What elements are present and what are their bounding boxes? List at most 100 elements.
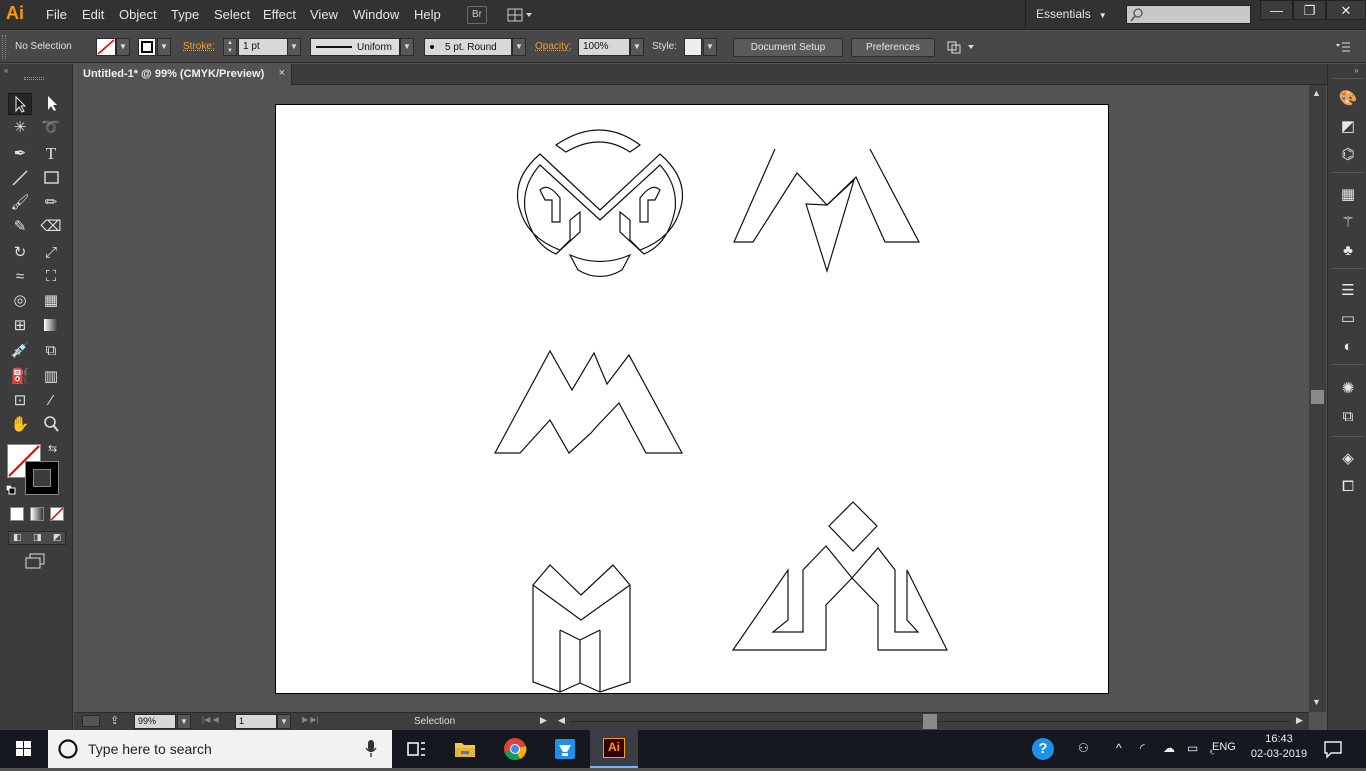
arrange-button[interactable] — [946, 39, 978, 55]
graphic-styles-icon[interactable]: ⧉ — [1337, 406, 1359, 428]
column-graph-tool[interactable]: ▥ — [39, 366, 63, 388]
selection-tool[interactable] — [8, 93, 32, 115]
document-tab[interactable]: Untitled-1* @ 99% (CMYK/Preview) × — [74, 64, 292, 85]
fill-swatch[interactable] — [96, 38, 116, 56]
variable-width-profile[interactable]: Uniform — [310, 38, 400, 56]
menu-file[interactable]: File — [46, 7, 67, 22]
language-indicator[interactable]: ENG — [1212, 741, 1238, 753]
blob-brush-tool[interactable]: ✎ — [8, 216, 32, 238]
default-colors-icon[interactable] — [5, 484, 16, 495]
zoom-tool[interactable] — [39, 414, 63, 436]
layers-icon[interactable]: ◈ — [1337, 448, 1359, 470]
logo-diamond-m[interactable] — [731, 501, 948, 651]
lasso-tool[interactable]: ➰ — [39, 117, 63, 139]
stroke-panel-icon[interactable]: ☰ — [1337, 280, 1359, 302]
rectangle-tool[interactable] — [39, 168, 63, 190]
help-search-input[interactable] — [1126, 5, 1251, 24]
chrome-button[interactable] — [491, 730, 539, 768]
artboard[interactable] — [275, 104, 1109, 694]
eyedropper-tool[interactable]: 💉 — [8, 340, 32, 362]
paintbrush-tool[interactable]: 🖌 — [8, 192, 32, 214]
stroke-swatch[interactable] — [138, 38, 156, 56]
logo-double-peak-m[interactable] — [493, 349, 684, 454]
status-menu-icon[interactable]: ▶ — [540, 715, 547, 726]
menu-object[interactable]: Object — [119, 7, 157, 22]
shape-builder-tool[interactable]: ◎ — [8, 290, 32, 312]
color-panel-icon[interactable]: 🎨 — [1337, 88, 1359, 110]
brush-definition[interactable]: 5 pt. Round — [424, 38, 512, 56]
document-setup-button[interactable]: Document Setup — [733, 38, 843, 57]
logo-circle-m[interactable] — [516, 129, 684, 278]
artboard-number-input[interactable]: 1 — [235, 714, 277, 729]
magic-wand-tool[interactable]: ✳ — [8, 117, 32, 139]
people-icon[interactable]: ⚇ — [1078, 741, 1089, 755]
profile-dropdown[interactable]: ▼ — [400, 38, 414, 56]
scroll-down-icon[interactable]: ▼ — [1312, 697, 1321, 707]
blend-tool[interactable]: ⧉ — [39, 340, 63, 362]
tools-grip[interactable] — [24, 77, 44, 80]
vertical-scroll-thumb[interactable] — [1311, 390, 1324, 404]
microphone-icon[interactable] — [364, 739, 378, 759]
zoom-dropdown[interactable]: ▼ — [177, 714, 191, 729]
gradient-tool[interactable] — [39, 315, 63, 337]
stroke-weight-dropdown[interactable]: ▼ — [287, 38, 301, 56]
gradient-panel-icon[interactable]: ▭ — [1337, 308, 1359, 330]
taskbar-search-box[interactable]: Type here to search — [48, 730, 392, 768]
menu-edit[interactable]: Edit — [82, 7, 104, 22]
opacity-dropdown[interactable]: ▼ — [630, 38, 644, 56]
screen-mode-button[interactable] — [24, 553, 46, 569]
symbols-icon[interactable]: ♣ — [1337, 240, 1359, 262]
horizontal-scroll-thumb[interactable] — [923, 714, 937, 729]
scroll-up-icon[interactable]: ▲ — [1312, 88, 1321, 98]
menu-select[interactable]: Select — [214, 7, 250, 22]
artboard-tool[interactable]: ⊡ — [8, 390, 32, 412]
symbol-sprayer-tool[interactable]: ⛽ — [8, 366, 32, 388]
draw-behind-icon[interactable]: ◨ — [33, 532, 42, 543]
opacity-label[interactable]: Opacity: — [535, 41, 572, 52]
graphic-style-swatch[interactable] — [684, 38, 702, 56]
color-guide-icon[interactable]: ◩ — [1337, 116, 1359, 138]
rotate-tool[interactable]: ↻ — [8, 242, 32, 264]
scroll-right-icon[interactable]: ▶ — [1296, 715, 1303, 726]
appearance-icon[interactable]: ✺ — [1337, 378, 1359, 400]
task-view-button[interactable] — [392, 730, 440, 768]
menu-view[interactable]: View — [310, 7, 338, 22]
free-transform-tool[interactable]: ⛶ — [39, 266, 63, 288]
draw-normal-icon[interactable]: ◧ — [13, 532, 22, 543]
gradient-mode-button[interactable] — [30, 507, 44, 521]
hand-tool[interactable]: ✋ — [8, 414, 32, 436]
battery-icon[interactable]: ▭ — [1187, 741, 1198, 755]
opacity-input[interactable]: 100% — [578, 38, 630, 56]
stroke-weight-stepper[interactable]: ▲ ▼ — [223, 38, 237, 56]
line-segment-tool[interactable] — [8, 168, 32, 190]
minimize-button[interactable]: — — [1260, 0, 1293, 20]
pencil-tool[interactable]: ✏ — [39, 192, 63, 214]
menu-effect[interactable]: Effect — [263, 7, 296, 22]
panel-menu-button[interactable] — [1335, 40, 1351, 54]
transparency-icon[interactable]: ◐ — [1337, 336, 1359, 358]
arrange-documents-button[interactable] — [505, 6, 535, 24]
stroke-label[interactable]: Stroke: — [183, 41, 215, 52]
creative-cloud-libraries-icon[interactable]: ⌬ — [1337, 144, 1359, 166]
swatches-icon[interactable]: ▦ — [1337, 184, 1359, 206]
logo-mountain-m[interactable] — [733, 148, 920, 274]
first-artboard-icon[interactable]: |◀ ◀ — [202, 715, 219, 724]
start-button[interactable] — [0, 730, 48, 768]
vertical-scrollbar[interactable]: ▲ ▼ — [1309, 85, 1326, 712]
perspective-grid-tool[interactable]: ▦ — [39, 290, 63, 312]
show-hidden-icons-chevron-icon[interactable]: ^ — [1116, 741, 1122, 755]
logo-block-m[interactable] — [532, 564, 631, 693]
close-tab-icon[interactable]: × — [279, 67, 285, 79]
brush-dropdown[interactable]: ▼ — [512, 38, 526, 56]
draw-inside-icon[interactable]: ◩ — [53, 532, 62, 543]
scale-tool[interactable]: ⤢ — [39, 242, 63, 264]
stroke-color-box[interactable] — [25, 461, 59, 495]
clock[interactable]: 16:43 02-03-2019 — [1250, 733, 1308, 760]
drawing-modes[interactable]: ◧ ◨ ◩ — [8, 531, 66, 545]
pen-tool[interactable]: ✒ — [8, 143, 32, 165]
onedrive-icon[interactable]: ☁ — [1163, 741, 1175, 755]
color-mode-button[interactable] — [10, 507, 24, 521]
scroll-left-icon[interactable]: ◀ — [558, 715, 565, 726]
direct-selection-tool[interactable] — [39, 93, 63, 115]
artboards-icon[interactable]: ⧠ — [1337, 476, 1359, 498]
